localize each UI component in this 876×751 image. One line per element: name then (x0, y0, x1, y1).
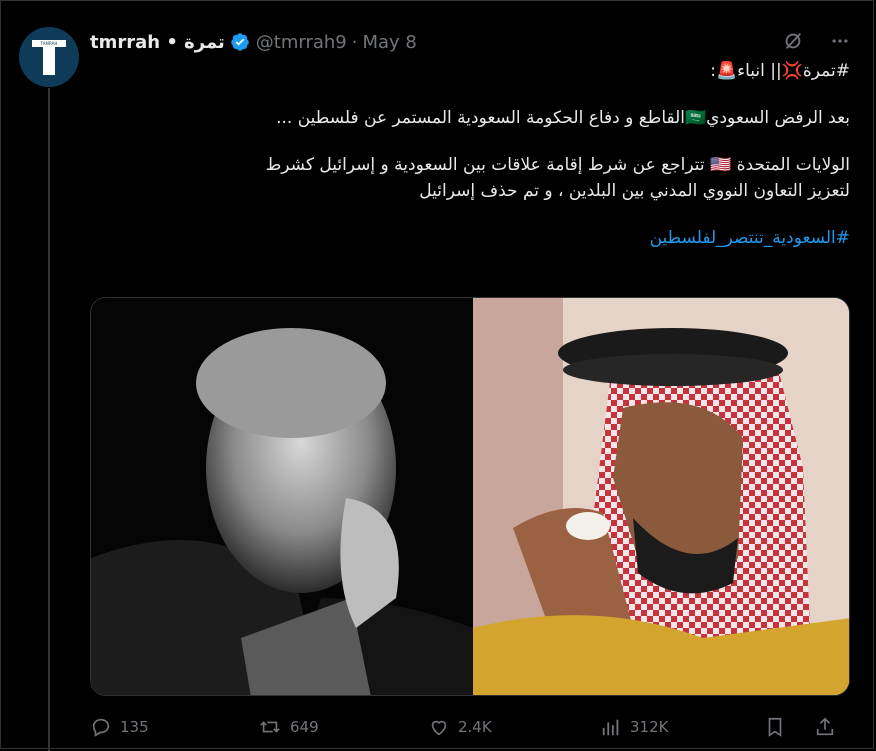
secondary-actions (764, 716, 836, 738)
share-icon[interactable] (814, 716, 836, 738)
thread-line (48, 88, 50, 751)
like-icon[interactable] (428, 716, 450, 738)
verified-badge-icon (230, 32, 250, 52)
like-count: 2.4K (458, 718, 492, 736)
tweet-text: #تمرة💢|| انباء🚨: بعد الرفض السعودي🇸🇦القا… (90, 58, 850, 251)
separator-dot: · (351, 31, 358, 53)
avatar-logo-text: TAMRAH (40, 41, 58, 46)
handle[interactable]: @tmrrah9 (256, 32, 347, 53)
tweet-title-line: #تمرة💢|| انباء🚨: (710, 61, 850, 81)
display-name[interactable]: tmrrah • تمرة (90, 32, 225, 53)
tweet-header: tmrrah • تمرة @tmrrah9 · May 8 (90, 29, 850, 55)
repost-icon[interactable] (258, 716, 282, 738)
photo-left[interactable] (91, 298, 473, 695)
hashtag-link[interactable]: #السعودية_تنتصر_لفلسطين (90, 225, 850, 251)
tweet-date[interactable]: May 8 (362, 32, 416, 53)
repost-count: 649 (290, 718, 319, 736)
views-icon[interactable] (600, 716, 622, 738)
views-count: 312K (630, 718, 669, 736)
tamrah-logo-icon: TAMRAH (19, 27, 79, 87)
tweet-line-3: لتعزيز التعاون النووي المدني بين البلدين… (419, 181, 850, 201)
reply-action[interactable]: 135 (90, 716, 258, 738)
grok-icon[interactable] (782, 30, 804, 52)
bookmark-icon[interactable] (764, 716, 786, 738)
avatar[interactable]: TAMRAH (19, 27, 79, 87)
reply-count: 135 (120, 718, 149, 736)
views-action[interactable]: 312K (600, 716, 764, 738)
repost-action[interactable]: 649 (258, 716, 428, 738)
tweet-media[interactable] (90, 297, 850, 696)
photo-right[interactable] (473, 298, 849, 695)
tweet-actions: 135 649 2.4K 312K (90, 712, 850, 742)
header-actions (782, 30, 850, 52)
like-action[interactable]: 2.4K (428, 716, 600, 738)
tweet-line-2: الولايات المتحدة 🇺🇸 تتراجع عن شرط إقامة … (265, 155, 850, 175)
more-icon[interactable] (830, 31, 850, 51)
tweet-line-1: بعد الرفض السعودي🇸🇦القاطع و دفاع الحكومة… (276, 108, 850, 128)
reply-icon[interactable] (90, 716, 112, 738)
